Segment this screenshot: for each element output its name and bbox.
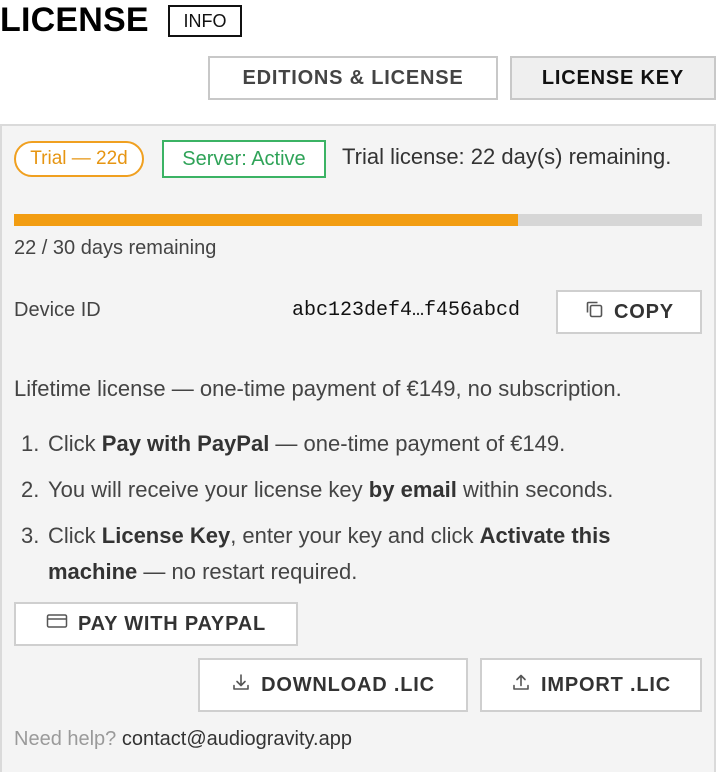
step-text: — one-time payment of €149. bbox=[269, 431, 566, 456]
info-badge[interactable]: INFO bbox=[168, 5, 242, 37]
device-id-label: Device ID bbox=[14, 299, 101, 321]
upload-icon bbox=[511, 672, 531, 698]
trial-progress-fill bbox=[14, 214, 519, 226]
trial-status-pill: Trial — 22d bbox=[14, 141, 144, 177]
device-id-value: abc123def4…f456abcd bbox=[292, 299, 521, 322]
download-lic-button[interactable]: DOWNLOAD .LIC bbox=[198, 658, 468, 712]
step-text: You will receive your license key bbox=[48, 477, 369, 502]
trial-progress-bar bbox=[14, 214, 702, 226]
step-strong: License Key bbox=[101, 523, 231, 548]
days-remaining-text: 22 / 30 days remaining bbox=[14, 237, 217, 259]
step-strong: by email bbox=[368, 477, 457, 502]
tab-editions-license[interactable]: EDITIONS & LICENSE bbox=[208, 56, 498, 100]
copy-button[interactable]: COPY bbox=[556, 290, 702, 334]
server-status-badge: Server: Active bbox=[162, 140, 326, 178]
step-text: , enter your key and click bbox=[230, 523, 480, 548]
lifetime-license-text: Lifetime license — one-time payment of €… bbox=[14, 376, 622, 401]
download-icon bbox=[231, 672, 251, 698]
pay-with-paypal-button[interactable]: PAY WITH PAYPAL bbox=[14, 602, 298, 646]
step-text: within seconds. bbox=[456, 477, 614, 502]
help-line: Need help? contact@audiogravity.app bbox=[14, 728, 352, 751]
tab-license-key[interactable]: LICENSE KEY bbox=[510, 56, 716, 100]
download-lic-label: DOWNLOAD .LIC bbox=[261, 673, 435, 696]
step-text: — no restart required. bbox=[137, 559, 358, 584]
step-text: Click bbox=[48, 431, 102, 456]
copy-icon bbox=[584, 299, 604, 325]
help-prefix: Need help? bbox=[14, 728, 117, 750]
copy-button-label: COPY bbox=[614, 300, 674, 323]
step-strong: Pay with PayPal bbox=[101, 431, 270, 456]
step-1: 1. Click Pay with PayPal — one-time paym… bbox=[14, 426, 704, 462]
pay-with-paypal-label: PAY WITH PAYPAL bbox=[78, 612, 266, 635]
step-number: 3. bbox=[21, 523, 40, 548]
step-number: 2. bbox=[21, 477, 40, 502]
page-title: LICENSE bbox=[0, 1, 149, 39]
import-lic-button[interactable]: IMPORT .LIC bbox=[480, 658, 702, 712]
step-2: 2. You will receive your license key by … bbox=[14, 472, 704, 508]
trial-message: Trial license: 22 day(s) remaining. bbox=[342, 144, 672, 169]
import-lic-label: IMPORT .LIC bbox=[541, 673, 671, 696]
purchase-steps: 1. Click Pay with PayPal — one-time paym… bbox=[14, 426, 704, 600]
step-number: 1. bbox=[21, 431, 40, 456]
contact-email-link[interactable]: contact@audiogravity.app bbox=[122, 728, 352, 750]
step-3: 3. Click License Key, enter your key and… bbox=[14, 518, 704, 590]
step-text: Click bbox=[48, 523, 102, 548]
credit-card-icon bbox=[46, 612, 68, 636]
